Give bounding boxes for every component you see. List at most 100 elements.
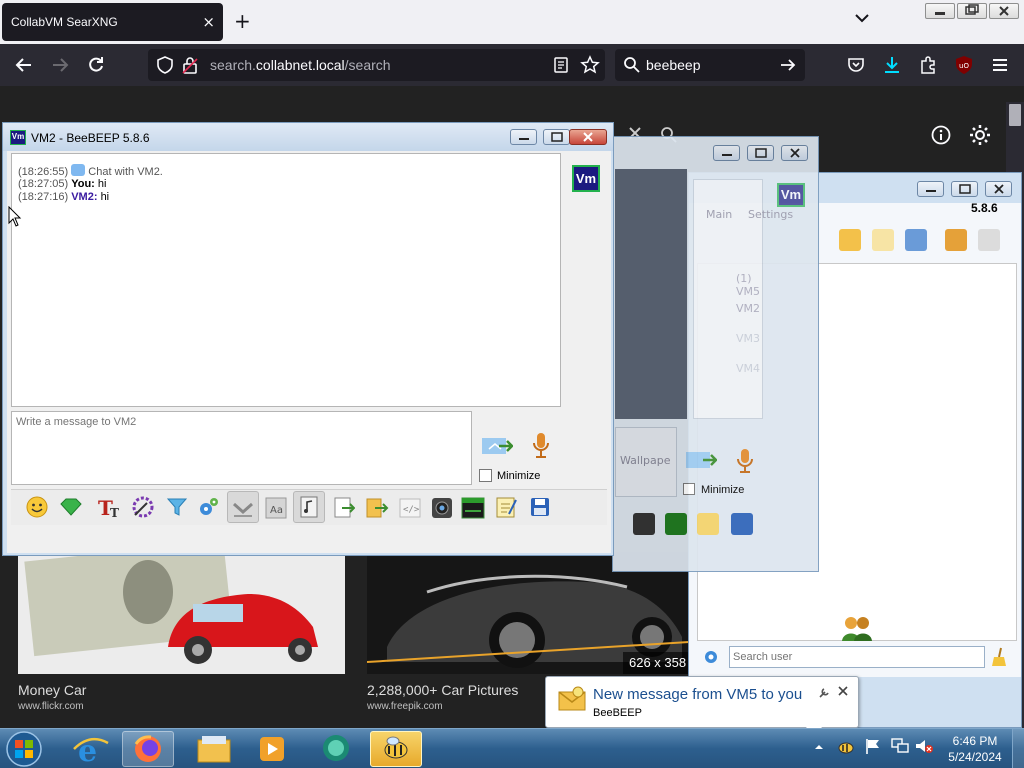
list-item[interactable]: (1) VM5 bbox=[736, 272, 762, 298]
vm-avatar[interactable]: Vm bbox=[777, 183, 805, 207]
chat-close-button[interactable] bbox=[569, 129, 607, 145]
hamburger-menu-icon[interactable] bbox=[990, 55, 1010, 75]
list-item[interactable]: VM3 bbox=[736, 332, 760, 345]
search-user-input[interactable] bbox=[729, 646, 985, 668]
filter-icon[interactable] bbox=[165, 495, 189, 519]
notes-icon[interactable] bbox=[697, 513, 719, 535]
tray-show-hidden-icon[interactable] bbox=[814, 742, 824, 752]
minimize-checkbox[interactable] bbox=[479, 469, 492, 482]
list-all-tabs-chevron-icon[interactable] bbox=[854, 12, 870, 24]
vm2-avatar[interactable]: Vm bbox=[572, 165, 600, 192]
wallpaper-tile[interactable]: Wallpape bbox=[615, 427, 677, 497]
send-document-icon[interactable] bbox=[333, 497, 355, 519]
shield-icon[interactable] bbox=[156, 56, 174, 74]
status-gear-icon[interactable] bbox=[703, 649, 719, 665]
downloads-icon[interactable] bbox=[882, 55, 902, 75]
vm-minimize-button[interactable] bbox=[925, 3, 955, 19]
chat-history[interactable]: (18:26:55) Chat with VM2. (18:27:05) You… bbox=[11, 153, 561, 407]
tab-close-icon[interactable]: × bbox=[202, 13, 215, 31]
result-title[interactable]: Money Car bbox=[18, 682, 86, 698]
save-chat-icon[interactable] bbox=[529, 496, 551, 518]
save-chat-icon[interactable] bbox=[731, 513, 753, 535]
file-share-icon[interactable] bbox=[839, 229, 861, 251]
tab-collabvm-searxng[interactable]: CollabVM SearXNG × bbox=[2, 3, 223, 41]
main-minimize-button[interactable] bbox=[917, 181, 944, 197]
secondary-close-button[interactable] bbox=[781, 145, 808, 161]
taskbar-internet-explorer-icon[interactable]: e bbox=[64, 731, 116, 767]
reload-icon[interactable] bbox=[86, 55, 106, 75]
home-icon[interactable] bbox=[945, 229, 967, 251]
tray-network-icon[interactable] bbox=[890, 737, 910, 755]
settings-gear-icon[interactable] bbox=[968, 123, 992, 147]
message-input[interactable] bbox=[11, 411, 472, 485]
screenshot-icon[interactable] bbox=[633, 513, 655, 535]
result-title[interactable]: 2,288,000+ Car Pictures bbox=[367, 682, 518, 698]
terminal-icon[interactable] bbox=[665, 513, 687, 535]
list-item[interactable]: VM2 bbox=[736, 302, 760, 315]
minimize-checkbox[interactable] bbox=[683, 483, 695, 495]
extensions-puzzle-icon[interactable] bbox=[918, 55, 938, 75]
info-icon[interactable] bbox=[930, 124, 952, 146]
chat-maximize-button[interactable] bbox=[543, 129, 570, 145]
clear-broom-icon[interactable] bbox=[991, 647, 1009, 667]
tools-icon[interactable] bbox=[905, 229, 927, 251]
secondary-user-list[interactable]: Main Settings (1) VM5 VM2 VM3 VM4 bbox=[693, 179, 793, 419]
forward-arrow-icon[interactable] bbox=[50, 55, 70, 75]
edit-note-icon[interactable] bbox=[872, 229, 894, 251]
taskbar-chat-app-icon[interactable] bbox=[310, 731, 362, 767]
result-image-money-car[interactable] bbox=[18, 552, 345, 674]
code-snippet-icon[interactable]: </> bbox=[399, 497, 421, 519]
chat-minimize-button[interactable] bbox=[510, 129, 537, 145]
nudge-gem-icon[interactable] bbox=[59, 497, 83, 517]
taskbar-media-player-icon[interactable] bbox=[246, 731, 298, 767]
search-bar[interactable]: beebeep bbox=[615, 49, 805, 81]
font-icon[interactable]: Aa bbox=[265, 497, 287, 519]
trash-icon[interactable] bbox=[978, 229, 1000, 251]
new-tab-button[interactable]: + bbox=[234, 10, 251, 32]
notification-settings-wrench-icon[interactable] bbox=[818, 687, 830, 699]
taskbar-beebeep-icon[interactable] bbox=[370, 731, 422, 767]
text-format-icon[interactable]: TT bbox=[97, 495, 123, 519]
tray-beebeep-icon[interactable] bbox=[836, 736, 856, 756]
ublock-origin-icon[interactable]: uO bbox=[954, 55, 974, 75]
notification-close-icon[interactable] bbox=[837, 685, 849, 697]
vm-close-button[interactable] bbox=[989, 3, 1019, 19]
settings-gears-icon[interactable] bbox=[197, 495, 221, 519]
terminal-icon[interactable] bbox=[461, 497, 485, 519]
reader-view-icon[interactable] bbox=[553, 56, 569, 74]
screenshot-icon[interactable] bbox=[431, 497, 453, 519]
tab-settings[interactable]: Settings bbox=[748, 208, 793, 221]
search-go-arrow-icon[interactable] bbox=[779, 56, 797, 74]
emoticon-icon[interactable] bbox=[25, 495, 49, 519]
notification-toast[interactable]: New message from VM5 to you BeeBEEP bbox=[545, 676, 859, 728]
sound-toggle-button[interactable] bbox=[293, 491, 325, 523]
main-maximize-button[interactable] bbox=[951, 181, 978, 197]
microphone-icon[interactable] bbox=[531, 431, 551, 461]
list-item[interactable]: VM4 bbox=[736, 362, 760, 375]
vm-restore-button[interactable] bbox=[957, 3, 987, 19]
tab-main[interactable]: Main bbox=[706, 208, 732, 221]
start-button-windows-icon[interactable] bbox=[4, 730, 44, 768]
bookmark-star-icon[interactable] bbox=[580, 55, 600, 75]
back-arrow-icon[interactable] bbox=[14, 55, 34, 75]
send-file-icon[interactable] bbox=[685, 449, 717, 471]
hide-toolbar-button[interactable] bbox=[227, 491, 259, 523]
send-folder-icon[interactable] bbox=[365, 495, 389, 519]
microphone-icon[interactable] bbox=[735, 447, 755, 475]
taskbar-firefox-icon[interactable] bbox=[122, 731, 174, 767]
taskbar-clock[interactable]: 6:46 PM 5/24/2024 bbox=[942, 733, 1008, 765]
taskbar-explorer-folder-icon[interactable] bbox=[188, 731, 240, 767]
show-desktop-button[interactable] bbox=[1012, 729, 1024, 768]
color-picker-icon[interactable] bbox=[131, 495, 155, 519]
tray-volume-muted-icon[interactable] bbox=[914, 737, 934, 755]
url-bar[interactable]: search.collabnet.local/search bbox=[148, 49, 605, 81]
scrollbar-thumb[interactable] bbox=[1009, 104, 1021, 126]
main-close-button[interactable] bbox=[985, 181, 1012, 197]
tray-action-center-flag-icon[interactable] bbox=[864, 737, 882, 755]
notes-icon[interactable] bbox=[495, 496, 517, 518]
secondary-maximize-button[interactable] bbox=[747, 145, 774, 161]
pocket-icon[interactable] bbox=[846, 55, 866, 75]
secondary-minimize-button[interactable] bbox=[713, 145, 740, 161]
send-file-icon[interactable] bbox=[481, 435, 513, 457]
lock-icon[interactable] bbox=[182, 56, 198, 74]
